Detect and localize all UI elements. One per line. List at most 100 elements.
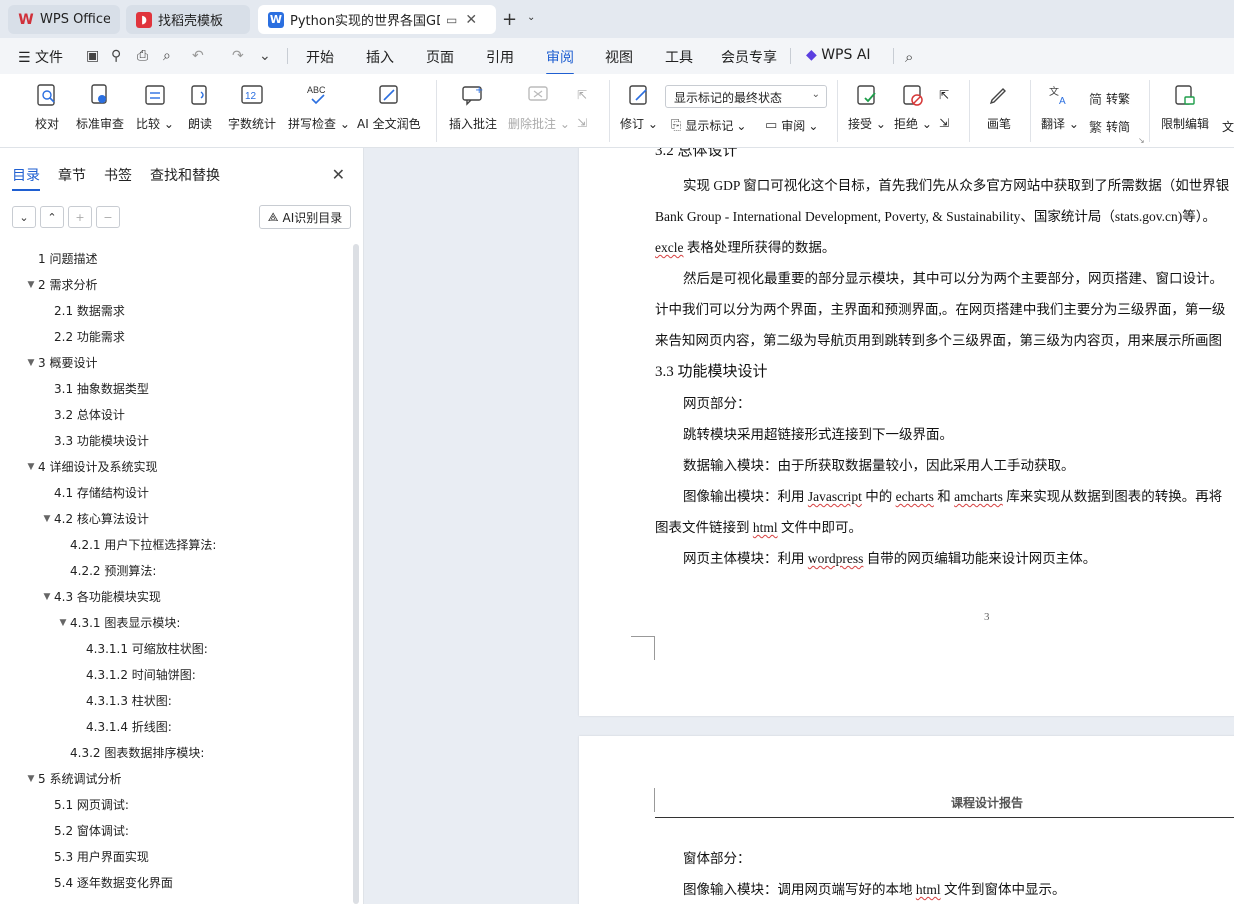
accept-button[interactable]: 接受 ⌄ — [848, 82, 886, 132]
toc-item[interactable]: ▼ 4.2 核心算法设计 — [40, 510, 149, 527]
more-chevron-icon[interactable]: ⌄ — [259, 48, 271, 64]
add-heading-plus-icon[interactable]: + — [68, 206, 92, 228]
to-simplified-button[interactable]: 繁转简 — [1089, 117, 1130, 136]
document-canvas[interactable]: 3.2 总体设计 实现 GDP 窗口可视化这个目标，首先我们先从众多官方网站中获… — [364, 148, 1234, 904]
toc-item[interactable]: 3.3 功能模块设计 — [40, 432, 149, 449]
ai-identify-toc-button[interactable]: ⟁ AI识别目录 — [259, 205, 351, 229]
toc-item[interactable]: 4.3.1.4 折线图: — [72, 718, 172, 735]
print-icon[interactable]: ⎙ — [137, 48, 148, 64]
menu-insert[interactable]: 插入 — [366, 47, 394, 67]
toc-item[interactable]: 4.3.2 图表数据排序模块: — [56, 744, 204, 761]
word-count-button[interactable]: 12 字数统计 — [228, 82, 276, 132]
pen-button[interactable]: 画笔 — [986, 82, 1012, 132]
panel-scrollbar[interactable] — [353, 244, 359, 904]
tab-bookmarks[interactable]: 书签 — [104, 165, 132, 185]
tab-daoke[interactable]: ◗ 找稻壳模板 — [126, 5, 250, 34]
document-page[interactable]: 3.2 总体设计 实现 GDP 窗口可视化这个目标，首先我们先从众多官方网站中获… — [579, 148, 1234, 716]
toc-item[interactable]: 5.4 逐年数据变化界面 — [40, 874, 173, 891]
toc-item[interactable]: ▼ 4.3.1 图表显示模块: — [56, 614, 181, 631]
next-change-icon[interactable]: ⇲ — [939, 116, 949, 130]
undo-icon[interactable]: ↶ — [192, 48, 204, 64]
redo-icon[interactable]: ↷ — [232, 48, 244, 64]
tab-find-replace[interactable]: 查找和替换 — [150, 165, 220, 185]
toc-item[interactable]: 3.2 总体设计 — [40, 406, 125, 423]
toc-item[interactable]: 2.1 数据需求 — [40, 302, 125, 319]
toc-item[interactable]: 4.2.1 用户下拉框选择算法: — [56, 536, 216, 553]
toc-item[interactable]: 4.2.2 预测算法: — [56, 562, 156, 579]
expand-triangle-icon[interactable]: ▼ — [24, 774, 38, 784]
search-icon[interactable]: ⌕ — [905, 48, 913, 66]
print-preview-icon[interactable]: ⌕ — [163, 48, 171, 64]
show-markup-button[interactable]: ⎘ 显示标记 ⌄ — [671, 117, 746, 134]
toc-item[interactable]: 2.2 功能需求 — [40, 328, 125, 345]
compare-button[interactable]: 比较 ⌄ — [136, 82, 174, 132]
toc-item[interactable]: ▼ 4.3 各功能模块实现 — [40, 588, 161, 605]
menu-tools[interactable]: 工具 — [665, 47, 693, 67]
toc-item[interactable]: ▼ 2 需求分析 — [24, 276, 98, 293]
toc-item[interactable]: ▼ 5 系统调试分析 — [24, 770, 122, 787]
toc-item[interactable]: 5.1 网页调试: — [40, 796, 129, 813]
expand-all-chevron-down-icon[interactable]: ⌄ — [12, 206, 36, 228]
previous-comment-icon[interactable]: ⇱ — [577, 88, 587, 102]
tab-sections[interactable]: 章节 — [58, 165, 86, 185]
show-markup-icon: ⎘ — [671, 118, 682, 133]
share-icon[interactable]: ⚲ — [111, 48, 121, 64]
close-tab-icon[interactable]: ✕ — [465, 12, 477, 28]
delete-comment-button[interactable]: 删除批注 ⌄ — [508, 82, 570, 132]
remove-heading-minus-icon[interactable]: − — [96, 206, 120, 228]
toc-item[interactable]: 4.3.1.2 时间轴饼图: — [72, 666, 196, 683]
toc-item[interactable]: 5.2 窗体调试: — [40, 822, 129, 839]
toc-item[interactable]: 4.3.1.3 柱状图: — [72, 692, 172, 709]
paragraph-line: 跳转模块采用超链接形式连接到下一级界面。 — [683, 427, 953, 442]
previous-change-icon[interactable]: ⇱ — [939, 88, 949, 102]
reject-button[interactable]: 拒绝 ⌄ — [894, 82, 932, 132]
save-icon[interactable]: ▣ — [86, 48, 99, 64]
ribbon-expand-icon[interactable]: ↘ — [1138, 136, 1145, 145]
expand-triangle-icon[interactable]: ▼ — [24, 280, 38, 290]
tab-wps-office[interactable]: W WPS Office — [8, 5, 120, 34]
tab-toc[interactable]: 目录 — [12, 165, 40, 191]
proofread-button[interactable]: 校对 — [34, 82, 60, 132]
expand-triangle-icon[interactable]: ▼ — [40, 514, 54, 524]
toc-item[interactable]: 3.1 抽象数据类型 — [40, 380, 149, 397]
file-menu[interactable]: ☰ 文件 — [18, 47, 63, 67]
expand-triangle-icon[interactable]: ▼ — [24, 462, 38, 472]
insert-comment-button[interactable]: + 插入批注 — [449, 82, 497, 132]
read-aloud-button[interactable]: 朗读 — [187, 82, 213, 132]
toc-item[interactable]: ▼ 3 概要设计 — [24, 354, 98, 371]
expand-triangle-icon[interactable]: ▼ — [24, 358, 38, 368]
spell-check-button[interactable]: ABC 拼写检查 ⌄ — [288, 82, 350, 132]
track-changes-button[interactable]: 修订 ⌄ — [620, 82, 658, 132]
toc-item[interactable]: 1 问题描述 — [24, 250, 97, 267]
tab-document[interactable]: W Python实现的世界各国GDP和 ▭ ✕ — [258, 5, 496, 34]
menu-reference[interactable]: 引用 — [486, 47, 514, 67]
tab-list-chevron-icon[interactable]: ⌄ — [527, 12, 535, 23]
close-panel-icon[interactable]: ✕ — [332, 165, 345, 184]
expand-triangle-icon[interactable]: ▼ — [56, 618, 70, 628]
toc-item-label: 4.2 核心算法设计 — [54, 512, 149, 526]
menu-member[interactable]: 会员专享 — [721, 47, 777, 67]
restrict-edit-button[interactable]: 限制编辑 — [1161, 82, 1209, 132]
toc-item[interactable]: 4.3.1.1 可缩放柱状图: — [72, 640, 208, 657]
toc-item[interactable]: ▼ 4 详细设计及系统实现 — [24, 458, 158, 475]
to-traditional-button[interactable]: 简转繁 — [1089, 89, 1130, 108]
monitor-icon[interactable]: ▭ — [446, 13, 457, 27]
ai-polish-button[interactable]: AI 全文润色 — [357, 82, 421, 132]
expand-triangle-icon[interactable]: ▼ — [40, 592, 54, 602]
toc-item[interactable]: 4.1 存储结构设计 — [40, 484, 149, 501]
collapse-all-chevron-up-icon[interactable]: ⌃ — [40, 206, 64, 228]
menu-wps-ai[interactable]: ◆ WPS AI — [806, 47, 871, 63]
translate-button[interactable]: 文A 翻译 ⌄ — [1041, 82, 1079, 132]
next-comment-icon[interactable]: ⇲ — [577, 116, 587, 130]
menu-page[interactable]: 页面 — [426, 47, 454, 67]
toc-item[interactable]: 5.3 用户界面实现 — [40, 848, 149, 865]
review-pane-button[interactable]: ▭ 审阅 ⌄ — [765, 117, 818, 134]
menu-view[interactable]: 视图 — [605, 47, 633, 67]
menu-start[interactable]: 开始 — [306, 47, 334, 67]
new-tab-plus-icon[interactable]: + — [502, 9, 517, 30]
menu-review[interactable]: 审阅 — [546, 47, 574, 75]
document-page[interactable]: 课程设计报告 窗体部分： 图像输入模块：调用网页端写好的本地 html 文件到窗… — [579, 736, 1234, 904]
markup-mode-select[interactable]: 显示标记的最终状态 ⌄ — [665, 85, 827, 108]
document-truncated-button[interactable]: 文 — [1222, 118, 1234, 135]
standard-review-button[interactable]: 标准审查 — [76, 82, 124, 132]
